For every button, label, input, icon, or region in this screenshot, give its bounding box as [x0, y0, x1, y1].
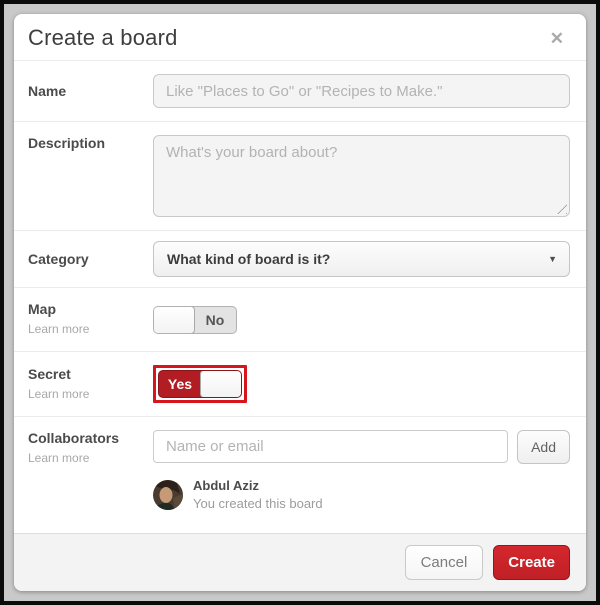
create-button[interactable]: Create: [493, 545, 570, 580]
map-label: Map: [28, 301, 153, 317]
board-owner-item: Abdul Aziz You created this board: [153, 478, 570, 511]
dimmed-page-background: Create a board ✕ Name Description: [0, 0, 600, 605]
map-row: Map Learn more No: [14, 287, 586, 351]
map-toggle[interactable]: No: [153, 306, 237, 334]
secret-label: Secret: [28, 366, 153, 382]
category-select[interactable]: What kind of board is it? ▼: [153, 241, 570, 277]
secret-toggle-highlight: Yes: [153, 365, 247, 403]
secret-toggle-knob: [200, 370, 242, 398]
description-row: Description: [14, 121, 586, 230]
close-icon: ✕: [550, 29, 564, 48]
collaborators-label: Collaborators: [28, 430, 153, 446]
map-toggle-state: No: [194, 307, 236, 333]
cancel-button[interactable]: Cancel: [405, 545, 484, 580]
dialog-footer: Cancel Create: [14, 533, 586, 591]
collaborator-input[interactable]: [153, 430, 508, 463]
secret-toggle-state: Yes: [159, 371, 201, 397]
secret-learn-more-link[interactable]: Learn more: [28, 387, 89, 401]
name-label: Name: [28, 83, 153, 99]
category-selected-value: What kind of board is it?: [167, 251, 330, 267]
map-toggle-knob: [153, 306, 195, 334]
collaborators-row: Collaborators Learn more Add: [14, 416, 586, 533]
owner-status: You created this board: [193, 496, 323, 511]
secret-row: Secret Learn more Yes: [14, 351, 586, 416]
description-textarea[interactable]: [153, 135, 570, 217]
category-label: Category: [28, 251, 153, 267]
dialog-header: Create a board ✕: [14, 14, 586, 60]
chevron-down-icon: ▼: [548, 254, 557, 264]
description-label-col: Description: [28, 135, 153, 151]
name-input[interactable]: [153, 74, 570, 108]
secret-toggle[interactable]: Yes: [158, 370, 242, 398]
close-button[interactable]: ✕: [546, 28, 568, 49]
category-row: Category What kind of board is it? ▼: [14, 230, 586, 287]
dialog-title: Create a board: [28, 25, 178, 51]
name-row: Name: [14, 60, 586, 121]
add-collaborator-button[interactable]: Add: [517, 430, 570, 464]
owner-name: Abdul Aziz: [193, 478, 323, 493]
collaborators-learn-more-link[interactable]: Learn more: [28, 451, 89, 465]
category-label-col: Category: [28, 251, 153, 267]
description-label: Description: [28, 135, 153, 151]
name-label-col: Name: [28, 83, 153, 99]
map-learn-more-link[interactable]: Learn more: [28, 322, 89, 336]
create-board-dialog: Create a board ✕ Name Description: [14, 14, 586, 591]
owner-avatar[interactable]: [153, 480, 183, 510]
